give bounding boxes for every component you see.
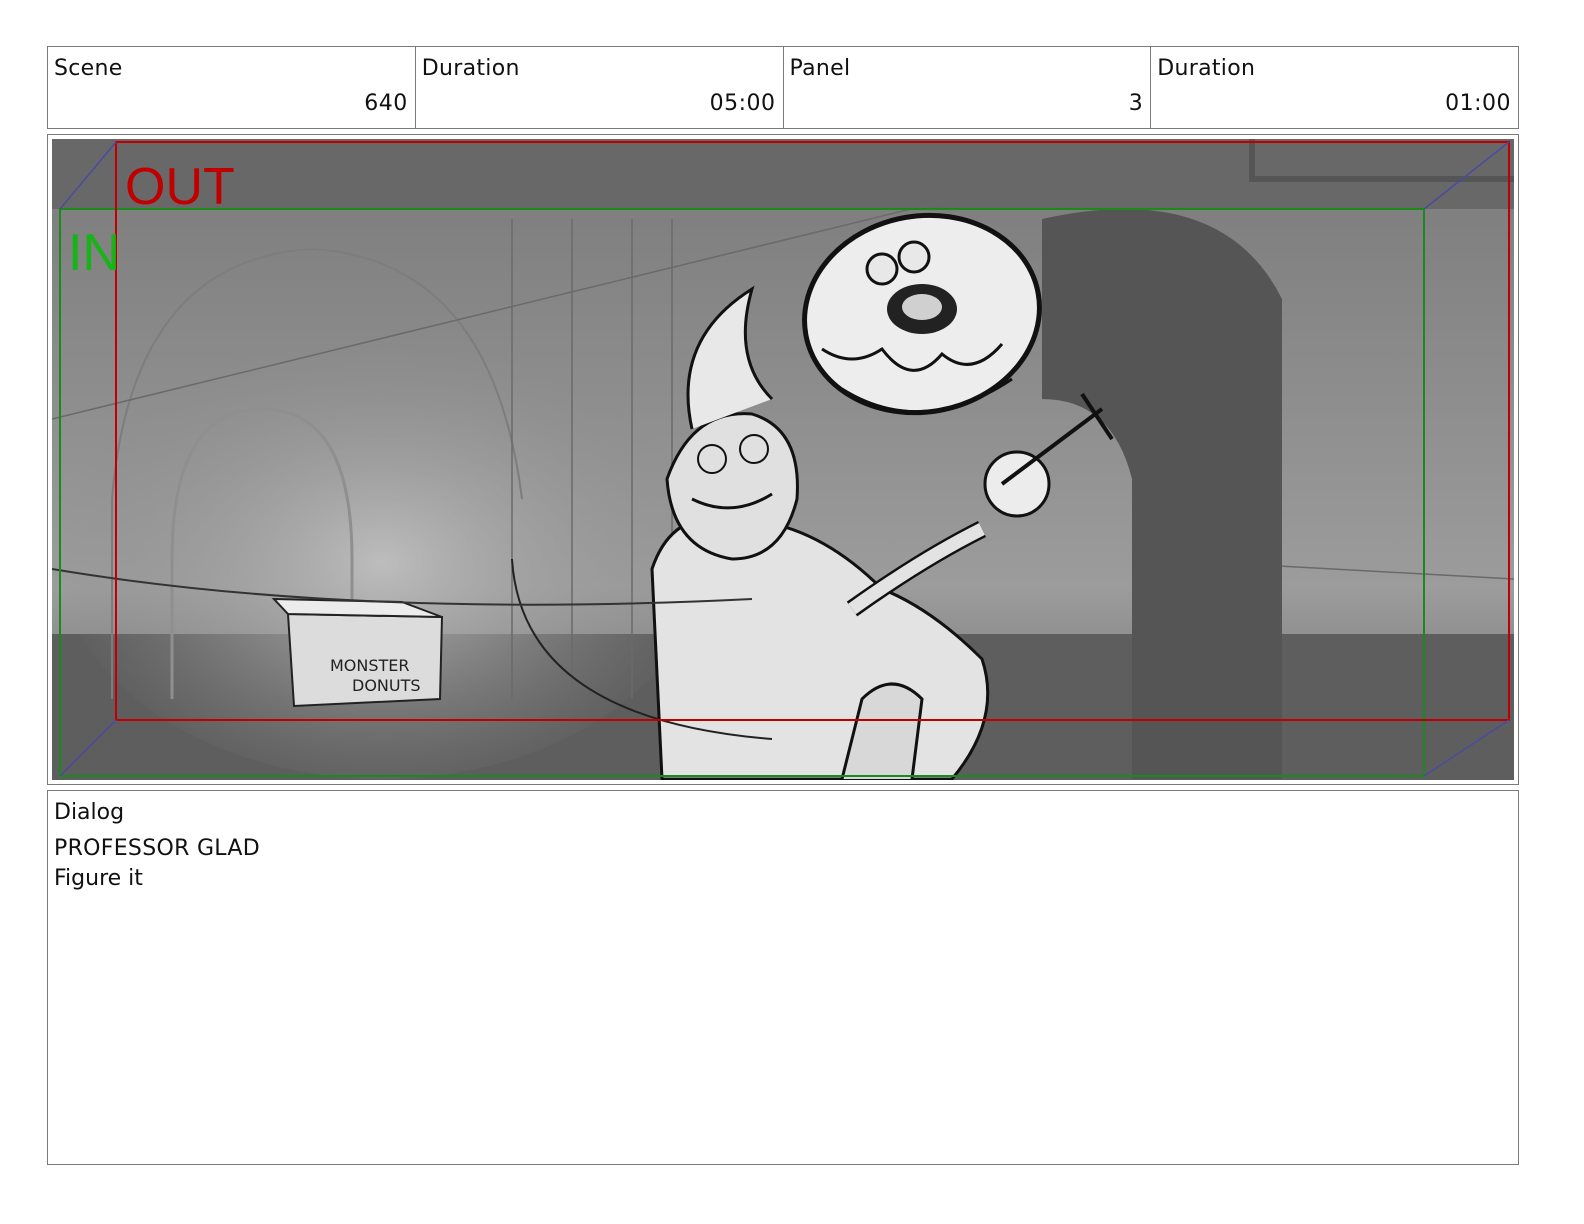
scene-duration-value: 05:00 (709, 91, 776, 116)
dialog-line: Figure it (54, 866, 143, 891)
scene-value: 640 (364, 91, 408, 116)
scene-label: Scene (54, 56, 123, 81)
box-label-line1: MONSTER (330, 656, 410, 675)
donut-box: MONSTER DONUTS (271, 597, 444, 708)
box-label-line2: DONUTS (352, 676, 421, 695)
panel-label: Panel (789, 56, 851, 81)
panel-duration-label: Duration (1157, 56, 1256, 81)
scene-duration-label: Duration (421, 56, 520, 81)
scene-header: Scene 640 Duration 05:00 Panel 3 Duratio… (47, 46, 1519, 129)
scene-duration-cell: Duration 05:00 (416, 47, 784, 128)
oven-glow (52, 299, 712, 779)
panel-value: 3 (1128, 91, 1144, 116)
storyboard-sketch: MONSTER DONUTS (52, 139, 1514, 780)
out-frame-label: OUT (125, 158, 235, 216)
panel-duration-value: 01:00 (1445, 91, 1511, 116)
ceiling (52, 139, 1514, 209)
storyboard-panel-image: MONSTER DONUTS OUT IN (52, 139, 1514, 780)
scene-cell: Scene 640 (48, 47, 416, 128)
panel-duration-cell: Duration 01:00 (1151, 47, 1518, 128)
dialog-title: Dialog (54, 800, 125, 825)
dialog-box: Dialog PROFESSOR GLAD Figure it (47, 790, 1519, 1165)
panel-cell: Panel 3 (784, 47, 1152, 128)
dialog-speaker: PROFESSOR GLAD (54, 836, 260, 861)
in-frame-label: IN (68, 224, 120, 282)
